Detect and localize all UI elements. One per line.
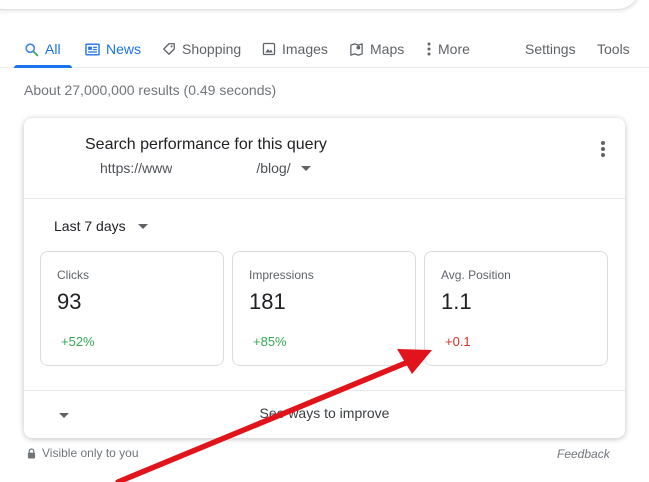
tab-all-label: All — [45, 41, 61, 57]
metric-change: +0.1 — [445, 334, 471, 349]
redacted-domain — [172, 160, 257, 176]
feedback-link[interactable]: Feedback — [557, 447, 610, 461]
result-stats: About 27,000,000 results (0.49 seconds) — [24, 82, 277, 98]
tab-images[interactable]: Images — [262, 36, 328, 62]
metric-label: Avg. Position — [441, 268, 511, 282]
metric-value: 1.1 — [441, 289, 472, 314]
tab-images-label: Images — [282, 41, 328, 57]
url-suffix: /blog/ — [256, 160, 291, 176]
settings-link[interactable]: Settings — [525, 36, 576, 62]
tab-all[interactable]: All — [24, 36, 61, 62]
visibility-note: Visible only to you — [27, 446, 139, 460]
search-box[interactable] — [0, 0, 641, 10]
search-performance-card: Search performance for this query https:… — [24, 118, 625, 438]
image-icon — [262, 42, 276, 56]
metric-label: Impressions — [249, 268, 314, 282]
tab-news[interactable]: News — [85, 36, 141, 62]
tab-shopping-label: Shopping — [182, 41, 242, 57]
tab-maps-label: Maps — [370, 41, 405, 57]
tab-shopping[interactable]: Shopping — [162, 36, 241, 62]
tab-news-label: News — [106, 41, 142, 57]
period-selector[interactable]: Last 7 days — [54, 218, 148, 234]
card-menu-button[interactable] — [594, 138, 612, 160]
more-vert-icon — [601, 141, 605, 145]
card-title: Search performance for this query — [85, 136, 327, 153]
see-ways-to-improve-button[interactable]: See ways to improve — [24, 390, 625, 438]
map-icon — [350, 42, 363, 56]
metric-card-impressions[interactable]: Impressions 181 +85% — [232, 251, 416, 366]
metric-value: 181 — [249, 289, 286, 314]
tools-link[interactable]: Tools — [597, 36, 630, 62]
chevron-down-icon — [300, 165, 311, 171]
period-label: Last 7 days — [54, 218, 126, 234]
tab-maps[interactable]: Maps — [349, 36, 404, 62]
visibility-label: Visible only to you — [42, 446, 139, 460]
metric-card-clicks[interactable]: Clicks 93 +52% — [40, 251, 224, 366]
search-tabs: All News Shopping Images Maps More Setti… — [0, 30, 649, 68]
lock-icon — [27, 447, 36, 458]
metric-value: 93 — [57, 289, 82, 314]
active-tab-indicator — [14, 65, 72, 68]
tab-more[interactable]: More — [426, 36, 470, 62]
search-icon — [25, 42, 39, 56]
news-icon — [85, 43, 100, 55]
improve-label: See ways to improve — [259, 405, 390, 421]
metric-label: Clicks — [57, 268, 89, 282]
more-vert-icon — [427, 42, 431, 56]
tag-icon — [163, 43, 175, 55]
metric-change: +52% — [61, 334, 95, 349]
metric-change: +85% — [253, 334, 287, 349]
url-prefix: https://www — [100, 160, 173, 176]
tab-more-label: More — [438, 41, 470, 57]
metric-card-avg-position[interactable]: Avg. Position 1.1 +0.1 — [424, 251, 608, 366]
card-divider — [24, 198, 625, 199]
property-selector[interactable]: https://www /blog/ — [100, 160, 311, 176]
chevron-down-icon — [137, 223, 148, 229]
